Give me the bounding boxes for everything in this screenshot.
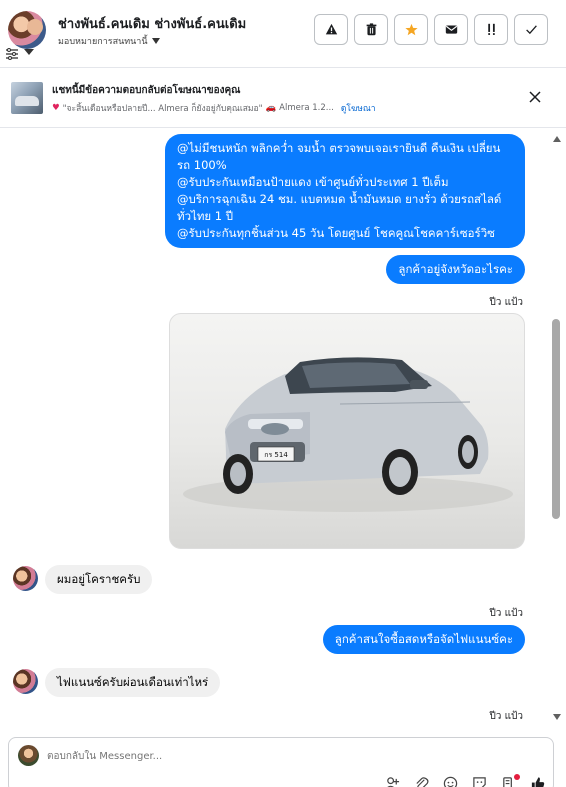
attach-icon[interactable] <box>414 776 429 787</box>
chevron-down-icon[interactable] <box>24 49 34 55</box>
contact-avatar[interactable] <box>8 11 46 49</box>
outgoing-message[interactable]: ลูกค้าอยู่จังหวัดอะไรคะ <box>386 255 525 284</box>
mail-icon <box>445 25 457 34</box>
scroll-up-icon[interactable] <box>553 136 561 142</box>
star-button[interactable] <box>394 14 428 45</box>
spam-button[interactable] <box>314 14 348 45</box>
car-emoji-icon: 🚗 <box>265 103 277 113</box>
star-icon <box>404 23 418 36</box>
thumbs-up-icon[interactable] <box>530 776 545 787</box>
header-actions <box>314 14 548 45</box>
sticker-icon[interactable] <box>472 776 487 787</box>
caret-down-icon <box>151 38 160 44</box>
filter-icon[interactable] <box>5 48 19 60</box>
incoming-message[interactable]: ผมอยู่โคราชครับ <box>45 565 153 594</box>
mark-done-button[interactable] <box>514 14 548 45</box>
trash-icon <box>366 23 376 36</box>
outgoing-message[interactable]: @ไม่มีชนหนัก พลิกคว่ำ จมน้ำ ตรวจพบเจอเรา… <box>165 134 525 248</box>
seen-status: ปีว แป้ว <box>489 711 523 722</box>
composer-tools <box>385 776 545 787</box>
message-line: @ไม่มีชนหนัก พลิกคว่ำ จมน้ำ ตรวจพบเจอเรา… <box>177 141 501 172</box>
important-icon <box>487 23 495 35</box>
ad-banner-title: แชทนี้มีข้อความตอบกลับต่อโฆษณาของคุณ <box>52 85 241 96</box>
seen-status: ปีว แป้ว <box>489 608 523 619</box>
add-person-icon[interactable] <box>385 776 400 787</box>
contact-name[interactable]: ช่างพันธ์.คนเดิม ช่างพันธ์.คนเดิม <box>58 13 246 34</box>
contact-avatar-small[interactable] <box>13 669 38 694</box>
mark-unread-button[interactable] <box>434 14 468 45</box>
follow-up-button[interactable] <box>474 14 508 45</box>
page-avatar <box>18 745 39 766</box>
check-icon <box>525 25 537 35</box>
reply-input[interactable] <box>47 746 487 766</box>
car-photo[interactable]: กร 514 <box>169 313 525 549</box>
assign-label: มอบหมายการสนทนานี้ <box>58 37 148 47</box>
message-line: @รับประกันทุกชิ้นส่วน 45 วัน โดยศูนย์ โช… <box>177 226 495 240</box>
heart-icon: ♥ <box>52 103 60 113</box>
view-ad-link[interactable]: ดูโฆษณา <box>341 101 376 115</box>
notification-dot <box>514 774 520 780</box>
ad-snippet-text: "จะสิ้นเดือนหรือปลายปี... Almera ก็ยังอย… <box>62 104 263 114</box>
message-line: @บริการฉุกเฉิน 24 ชม. แบตหมด น้ำมันหมด ย… <box>177 192 502 223</box>
outgoing-message[interactable]: ลูกค้าสนใจซื้อสดหรือจัดไฟแนนซ์คะ <box>322 625 525 654</box>
reply-composer <box>8 737 554 787</box>
contact-avatar-small[interactable] <box>13 566 38 591</box>
message-thread: @ไม่มีชนหนัก พลิกคว่ำ จมน้ำ ตรวจพบเจอเรา… <box>0 129 548 729</box>
seen-status: ปีว แป้ว <box>489 297 523 308</box>
close-icon[interactable] <box>529 91 541 103</box>
scroll-down-icon[interactable] <box>553 714 561 720</box>
car-image: กร 514 <box>183 357 513 512</box>
ad-thumbnail[interactable] <box>11 82 43 114</box>
scrollbar[interactable] <box>548 129 566 729</box>
emoji-icon[interactable] <box>443 776 458 787</box>
warning-icon <box>325 23 337 35</box>
ad-snippet-text-2: Almera 1.2... <box>279 103 334 113</box>
assign-conversation-dropdown[interactable]: มอบหมายการสนทนานี้ <box>58 34 160 48</box>
ad-snippet: ♥ "จะสิ้นเดือนหรือปลายปี... Almera ก็ยัง… <box>52 101 376 115</box>
message-line: @รับประกันเหมือนป้ายแดง เข้าศูนย์ทั่วประ… <box>177 175 449 189</box>
conversation-header: ช่างพันธ์.คนเดิม ช่างพันธ์.คนเดิม มอบหมา… <box>0 0 566 68</box>
scroll-thumb[interactable] <box>552 319 560 519</box>
delete-button[interactable] <box>354 14 388 45</box>
license-plate: กร 514 <box>264 451 288 459</box>
ad-reply-banner: แชทนี้มีข้อความตอบกลับต่อโฆษณาของคุณ ♥ "… <box>0 70 566 128</box>
incoming-message[interactable]: ไฟแนนซ์ครับผ่อนเดือนเท่าไหร่ <box>45 668 221 697</box>
